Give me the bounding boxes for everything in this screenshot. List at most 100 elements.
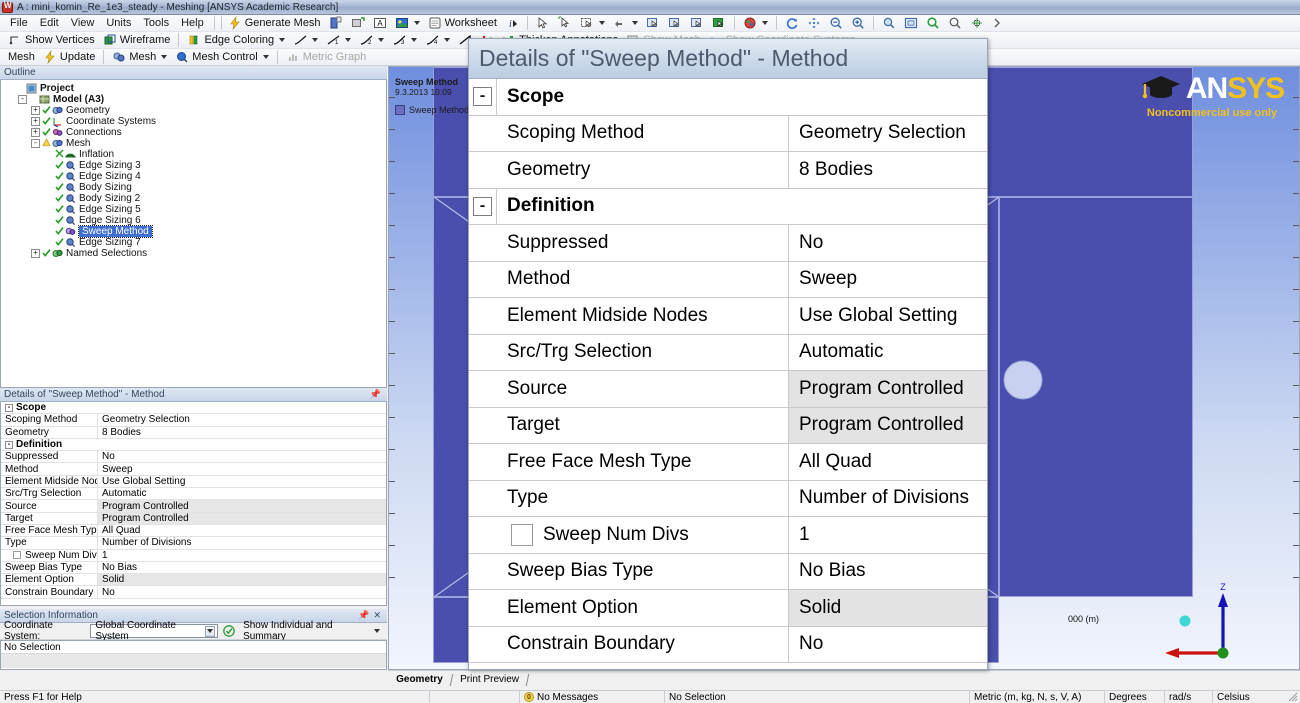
coordinate-system-select[interactable]: Global Coordinate System <box>90 620 219 642</box>
magnified-row-checkbox[interactable] <box>511 523 533 546</box>
selection-info-button[interactable]: i <box>501 15 523 31</box>
select-vertex-button[interactable] <box>686 15 708 31</box>
section-toggle-icon[interactable]: - <box>5 403 13 412</box>
magnified-row-value[interactable]: Automatic <box>789 335 987 371</box>
magnified-row-target[interactable]: Target Program Controlled <box>469 407 987 444</box>
chevron-down-icon[interactable] <box>411 38 418 42</box>
pan-button[interactable] <box>803 15 825 31</box>
details-row-type[interactable]: Type Number of Divisions <box>1 537 386 550</box>
section-toggle-icon[interactable]: - <box>473 196 492 216</box>
details-row-value[interactable]: All Quad <box>98 525 386 536</box>
outline-item-edge-sizing-5[interactable]: Edge Sizing 5 <box>5 204 386 215</box>
outline-tree[interactable]: Project - Model (A3) + Geometry + Coordinate S… <box>1 80 386 259</box>
select-edge-button[interactable] <box>664 15 686 31</box>
magnified-details-dialog[interactable]: Details of "Sweep Method" - Method - Sco… <box>468 38 988 670</box>
magnified-row-element-option[interactable]: Element Option Solid <box>469 590 987 627</box>
outline-item-edge-sizing-7[interactable]: Edge Sizing 7 <box>5 237 386 248</box>
mesh-menu-button[interactable]: Mesh <box>108 49 171 65</box>
magnified-row-constrain-boundary[interactable]: Constrain Boundary No <box>469 626 987 663</box>
magnified-section-scope[interactable]: - Scope <box>469 79 987 116</box>
details-row-free-face-mesh-type[interactable]: Free Face Mesh Type All Quad <box>1 524 386 538</box>
zoom-in-button[interactable] <box>847 15 869 31</box>
section-toggle-icon[interactable]: - <box>5 440 13 449</box>
details-row-value[interactable]: No <box>98 586 386 598</box>
chevron-down-icon[interactable] <box>204 625 216 637</box>
details-row-value[interactable]: Solid <box>98 574 386 586</box>
edge-thickness-4-button[interactable]: 3 <box>388 32 421 48</box>
chevron-down-icon[interactable] <box>345 38 352 42</box>
tree-toggle-icon[interactable]: + <box>31 249 40 258</box>
worksheet-button[interactable]: Worksheet <box>424 15 501 31</box>
menu-help[interactable]: Help <box>175 16 210 30</box>
details-row-scoping-method[interactable]: Scoping Method Geometry Selection <box>1 414 386 427</box>
details-row-target[interactable]: Target Program Controlled <box>1 512 386 525</box>
magnified-row-value[interactable]: Program Controlled <box>789 371 987 407</box>
chevron-down-icon[interactable] <box>444 38 451 42</box>
details-row-value[interactable]: No <box>98 451 386 462</box>
magnified-section-definition[interactable]: - Definition <box>469 188 987 225</box>
details-row-value[interactable]: 1 <box>98 550 386 561</box>
menu-tools[interactable]: Tools <box>137 16 175 30</box>
magnified-row-source[interactable]: Source Program Controlled <box>469 371 987 408</box>
chevron-down-icon[interactable] <box>262 55 269 59</box>
details-row-element-option[interactable]: Element Option Solid <box>1 574 386 587</box>
chevron-down-icon[interactable] <box>374 629 380 633</box>
magnified-row-value[interactable]: No Bias <box>789 554 987 590</box>
chevron-down-icon[interactable] <box>378 38 385 42</box>
outline-item-named-selections[interactable]: + Named Selections <box>5 248 386 259</box>
outline-item-edge-sizing-3[interactable]: Edge Sizing 3 <box>5 160 386 171</box>
mesh-label-button[interactable]: Mesh <box>4 49 39 65</box>
edge-thickness-2-button[interactable]: 1 <box>322 32 355 48</box>
outline-item-body-sizing-2[interactable]: Body Sizing 2 <box>5 193 386 204</box>
magnified-details-grid[interactable]: - Scope Scoping Method Geometry Selectio… <box>469 79 987 669</box>
validate-icon[interactable] <box>222 624 236 638</box>
details-row-value[interactable]: No Bias <box>98 562 386 573</box>
magnified-row-geometry[interactable]: Geometry 8 Bodies <box>469 152 987 189</box>
tree-toggle-icon[interactable]: - <box>18 95 27 104</box>
pin-icon[interactable]: 📌 <box>368 389 383 400</box>
chevron-down-icon[interactable] <box>631 21 638 25</box>
magnified-row-value[interactable]: No <box>789 225 987 261</box>
show-vertices-button[interactable]: Show Vertices <box>4 32 99 48</box>
tree-toggle-icon[interactable]: + <box>31 117 40 126</box>
section-toggle-icon[interactable]: - <box>473 87 492 107</box>
magnified-row-value[interactable]: 8 Bodies <box>789 152 987 188</box>
magnified-row-suppressed[interactable]: Suppressed No <box>469 225 987 262</box>
magnified-section-toggle-cell[interactable]: - <box>469 188 497 224</box>
magnified-row-method[interactable]: Method Sweep <box>469 261 987 298</box>
update-button[interactable]: Update <box>39 49 99 65</box>
chevron-down-icon[interactable] <box>598 21 605 25</box>
magnified-row-value[interactable]: All Quad <box>789 444 987 480</box>
outline-item-model-a3-[interactable]: - Model (A3) <box>5 94 386 105</box>
show-mode-button[interactable]: Show Individual and Summary <box>240 620 383 642</box>
chevron-down-icon[interactable] <box>279 38 286 42</box>
outline-item-coordinate-systems[interactable]: + Coordinate Systems <box>5 116 386 127</box>
details-row-value[interactable]: Program Controlled <box>98 512 386 524</box>
details-section-definition[interactable]: - Definition <box>1 438 386 452</box>
box-zoom-button[interactable] <box>878 15 900 31</box>
outline-item-connections[interactable]: + Connections <box>5 127 386 138</box>
resize-grip-icon[interactable] <box>1288 692 1298 702</box>
magnified-row-type[interactable]: Type Number of Divisions <box>469 480 987 517</box>
magnified-row-value[interactable]: 1 <box>789 517 987 553</box>
details-row-value[interactable]: Use Global Setting <box>98 476 386 487</box>
annotation-button[interactable]: A <box>369 15 391 31</box>
chevron-down-icon[interactable] <box>761 21 768 25</box>
image-capture-button[interactable] <box>391 15 424 31</box>
generate-mesh-button[interactable]: Generate Mesh <box>224 15 325 31</box>
outline-item-geometry[interactable]: + Geometry <box>5 105 386 116</box>
iso-view-button[interactable] <box>966 15 988 31</box>
magnified-row-value[interactable]: Sweep <box>789 262 987 298</box>
details-row-sweep-bias-type[interactable]: Sweep Bias Type No Bias <box>1 561 386 575</box>
edge-coloring-button[interactable]: Edge Coloring <box>183 32 289 48</box>
tree-toggle-icon[interactable]: + <box>31 106 40 115</box>
select-mode-button[interactable] <box>532 15 554 31</box>
edge-thickness-1-button[interactable] <box>289 32 322 48</box>
box-select-button[interactable] <box>576 15 609 31</box>
menu-file[interactable]: File <box>4 16 34 30</box>
edge-thickness-3-button[interactable]: 2 <box>355 32 388 48</box>
outline-item-sweep-method[interactable]: Sweep Method <box>5 225 386 238</box>
magnified-row-sweep-num-divs[interactable]: Sweep Num Divs 1 <box>469 517 987 554</box>
details-section-scope[interactable]: - Scope <box>1 402 386 415</box>
zoom-out-button[interactable] <box>825 15 847 31</box>
